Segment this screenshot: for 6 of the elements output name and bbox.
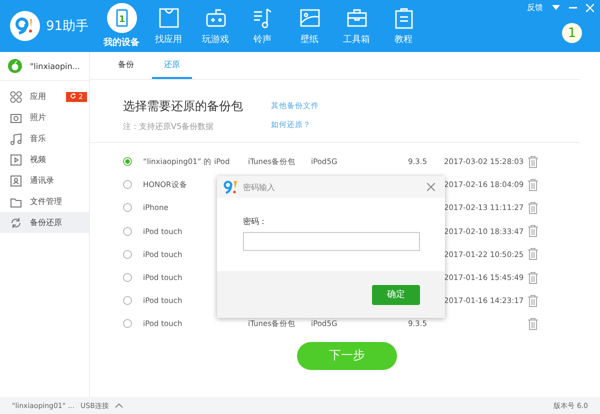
app-name: 91助手 [46,18,89,35]
field-label: 密码： [243,216,268,227]
note-text: 注：支持还原V5备份数据 [123,121,215,132]
dialog-title: 密码输入 [243,182,276,192]
section-title: 选择需要还原的备份包 [123,98,243,115]
device-icon: 1 [106,3,136,33]
